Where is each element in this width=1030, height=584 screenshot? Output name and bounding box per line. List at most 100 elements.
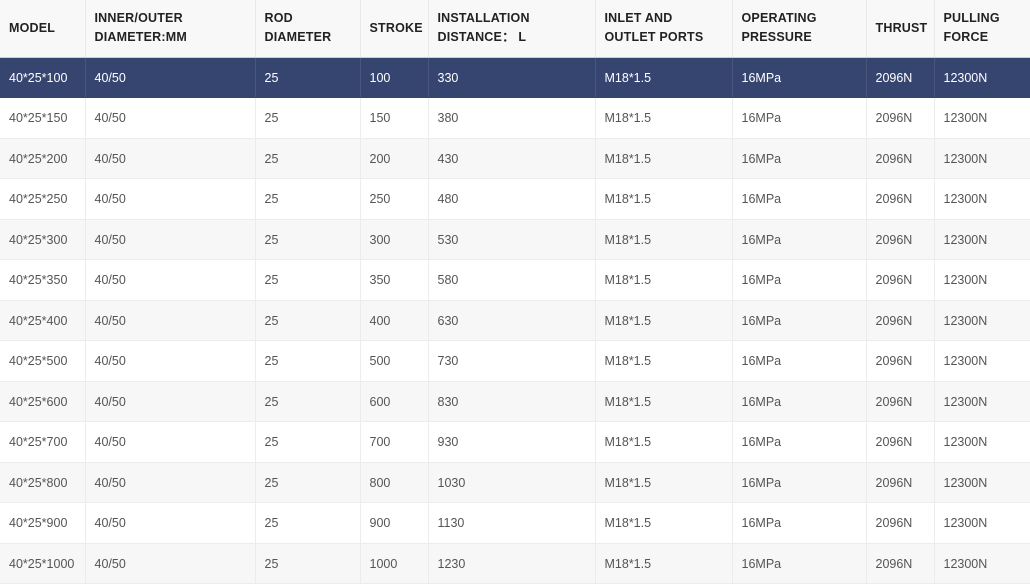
cell-thrust: 2096N	[866, 219, 935, 261]
cell-pull: 12300N	[934, 543, 1030, 584]
column-header-stroke: STROKE	[360, 0, 429, 58]
cell-model: 40*25*500	[0, 340, 86, 382]
cell-stroke: 800	[360, 462, 429, 504]
cell-pull: 12300N	[934, 219, 1030, 261]
cell-ports: M18*1.5	[595, 97, 733, 139]
cell-model: 40*25*700	[0, 421, 86, 463]
cell-rod: 25	[255, 57, 361, 99]
cell-ports: M18*1.5	[595, 421, 733, 463]
column-header-rod: ROD DIAMETER	[255, 0, 361, 58]
cell-rod: 25	[255, 300, 361, 342]
cell-pressure: 16MPa	[732, 259, 867, 301]
cell-stroke: 500	[360, 340, 429, 382]
table-row[interactable]: 40*25*900 40/50 25 900 1130 M18*1.5 16MPa 2096N…	[0, 502, 1030, 544]
cell-install: 1230	[428, 543, 596, 584]
cell-thrust: 2096N	[866, 259, 935, 301]
cell-stroke: 250	[360, 178, 429, 220]
cell-pull: 12300N	[934, 57, 1030, 99]
table-row[interactable]: 40*25*800 40/50 25 800 1030 M18*1.5 16MPa 2096N…	[0, 462, 1030, 504]
cell-install: 830	[428, 381, 596, 423]
cell-pull: 12300N	[934, 259, 1030, 301]
cell-io: 40/50	[85, 502, 256, 544]
cell-pressure: 16MPa	[732, 138, 867, 180]
table-row-highlighted[interactable]: 40*25*100 40/50 25 100 330 M18*1.5 16MPa 2096N 1…	[0, 57, 1030, 99]
cell-ports: M18*1.5	[595, 462, 733, 504]
cell-rod: 25	[255, 381, 361, 423]
cell-thrust: 2096N	[866, 57, 935, 99]
cell-pressure: 16MPa	[732, 178, 867, 220]
column-header-pull: PULLING FORCE	[934, 0, 1030, 58]
cell-rod: 25	[255, 138, 361, 180]
cell-install: 1130	[428, 502, 596, 544]
cell-stroke: 1000	[360, 543, 429, 584]
cell-io: 40/50	[85, 300, 256, 342]
table-row[interactable]: 40*25*600 40/50 25 600 830 M18*1.5 16MPa 2096N 1…	[0, 381, 1030, 423]
cell-thrust: 2096N	[866, 421, 935, 463]
column-header-pressure: OPERATING PRESSURE	[732, 0, 867, 58]
cell-install: 480	[428, 178, 596, 220]
cell-pull: 12300N	[934, 381, 1030, 423]
table-row[interactable]: 40*25*350 40/50 25 350 580 M18*1.5 16MPa 2096N 1…	[0, 259, 1030, 301]
cell-thrust: 2096N	[866, 300, 935, 342]
cell-ports: M18*1.5	[595, 219, 733, 261]
cell-io: 40/50	[85, 543, 256, 584]
cell-pressure: 16MPa	[732, 502, 867, 544]
cell-thrust: 2096N	[866, 543, 935, 584]
cell-stroke: 350	[360, 259, 429, 301]
cell-ports: M18*1.5	[595, 543, 733, 584]
cell-model: 40*25*150	[0, 97, 86, 139]
column-header-install: INSTALLATION DISTANCE： L	[428, 0, 596, 58]
table-row[interactable]: 40*25*400 40/50 25 400 630 M18*1.5 16MPa 2096N 1…	[0, 300, 1030, 342]
table-row[interactable]: 40*25*1000 40/50 25 1000 1230 M18*1.5 16MPa 209…	[0, 543, 1030, 584]
cell-rod: 25	[255, 421, 361, 463]
cell-model: 40*25*350	[0, 259, 86, 301]
cell-model: 40*25*400	[0, 300, 86, 342]
cell-stroke: 100	[360, 57, 429, 99]
cell-thrust: 2096N	[866, 381, 935, 423]
column-header-model: MODEL	[0, 0, 86, 58]
cell-thrust: 2096N	[866, 502, 935, 544]
cell-pressure: 16MPa	[732, 462, 867, 504]
cell-io: 40/50	[85, 421, 256, 463]
cell-install: 630	[428, 300, 596, 342]
cell-thrust: 2096N	[866, 178, 935, 220]
table-row[interactable]: 40*25*500 40/50 25 500 730 M18*1.5 16MPa 2096N 1…	[0, 340, 1030, 382]
cell-install: 930	[428, 421, 596, 463]
cell-ports: M18*1.5	[595, 340, 733, 382]
cell-stroke: 900	[360, 502, 429, 544]
cell-stroke: 400	[360, 300, 429, 342]
table-row[interactable]: 40*25*150 40/50 25 150 380 M18*1.5 16MPa 2096N 1…	[0, 97, 1030, 139]
cell-pull: 12300N	[934, 178, 1030, 220]
cell-pull: 12300N	[934, 138, 1030, 180]
column-header-ports: INLET AND OUTLET PORTS	[595, 0, 733, 58]
cell-ports: M18*1.5	[595, 138, 733, 180]
table-row[interactable]: 40*25*300 40/50 25 300 530 M18*1.5 16MPa 2096N 1…	[0, 219, 1030, 261]
cell-io: 40/50	[85, 97, 256, 139]
cell-rod: 25	[255, 97, 361, 139]
cell-stroke: 300	[360, 219, 429, 261]
cell-thrust: 2096N	[866, 138, 935, 180]
cell-io: 40/50	[85, 219, 256, 261]
cell-thrust: 2096N	[866, 340, 935, 382]
cell-install: 430	[428, 138, 596, 180]
cell-rod: 25	[255, 502, 361, 544]
header-row: MODEL INNER/OUTER DIAMETER:MM ROD DIAMETER…	[0, 0, 1030, 58]
cell-pressure: 16MPa	[732, 97, 867, 139]
cell-io: 40/50	[85, 259, 256, 301]
table-row[interactable]: 40*25*250 40/50 25 250 480 M18*1.5 16MPa 2096N 1…	[0, 178, 1030, 220]
cell-ports: M18*1.5	[595, 300, 733, 342]
cell-model: 40*25*900	[0, 502, 86, 544]
cell-io: 40/50	[85, 340, 256, 382]
table-row[interactable]: 40*25*700 40/50 25 700 930 M18*1.5 16MPa 2096N 1…	[0, 421, 1030, 463]
cell-pull: 12300N	[934, 340, 1030, 382]
cell-model: 40*25*600	[0, 381, 86, 423]
table-row[interactable]: 40*25*200 40/50 25 200 430 M18*1.5 16MPa 2096N 1…	[0, 138, 1030, 180]
cell-install: 730	[428, 340, 596, 382]
cell-rod: 25	[255, 259, 361, 301]
cell-pressure: 16MPa	[732, 219, 867, 261]
cell-rod: 25	[255, 462, 361, 504]
cell-model: 40*25*300	[0, 219, 86, 261]
cell-stroke: 700	[360, 421, 429, 463]
cell-pressure: 16MPa	[732, 381, 867, 423]
specification-table: MODEL INNER/OUTER DIAMETER:MM ROD DIAMETER…	[0, 0, 1030, 584]
